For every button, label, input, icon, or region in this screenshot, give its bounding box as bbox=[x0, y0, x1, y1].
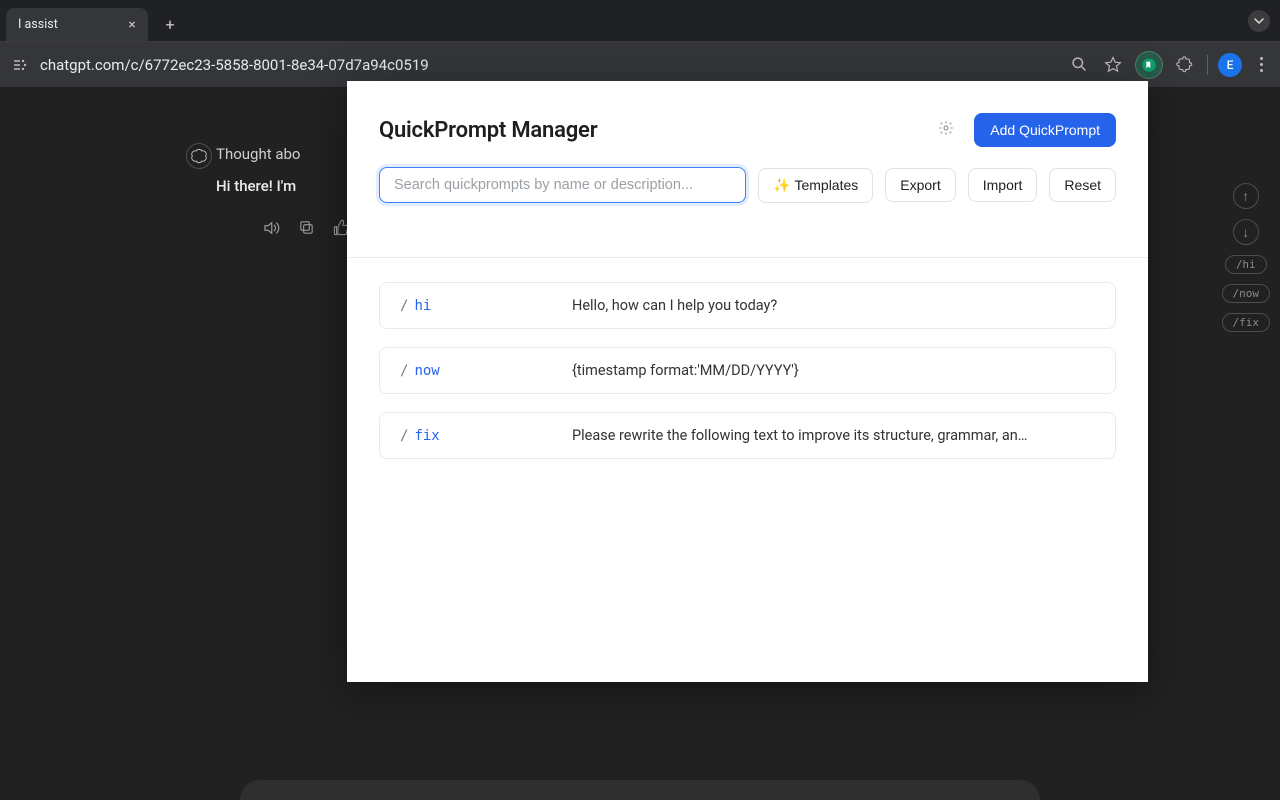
quickprompt-command: /now bbox=[400, 363, 572, 379]
templates-button[interactable]: ✨ Templates bbox=[758, 168, 873, 203]
profile-avatar[interactable]: E bbox=[1218, 53, 1242, 77]
extensions-puzzle-icon[interactable] bbox=[1173, 53, 1197, 77]
quickprompt-pill[interactable]: /hi bbox=[1225, 255, 1267, 274]
quickprompt-floating-panel: ↑ ↓ /hi /now /fix bbox=[1222, 183, 1271, 332]
quickprompt-description: Hello, how can I help you today? bbox=[572, 297, 1095, 314]
browser-tabstrip: I assist × + bbox=[0, 0, 1280, 41]
add-quickprompt-button[interactable]: Add QuickPrompt bbox=[974, 113, 1116, 147]
reset-button[interactable]: Reset bbox=[1049, 168, 1116, 202]
toolbar-divider bbox=[1207, 55, 1208, 75]
quickprompt-item[interactable]: /hi Hello, how can I help you today? bbox=[379, 282, 1116, 329]
copy-icon[interactable] bbox=[298, 219, 315, 241]
quickprompt-pill[interactable]: /fix bbox=[1222, 313, 1271, 332]
quickprompt-list: /hi Hello, how can I help you today? /no… bbox=[347, 258, 1148, 501]
quickprompt-item[interactable]: /now {timestamp format:'MM/DD/YYYY'} bbox=[379, 347, 1116, 394]
tab-title: I assist bbox=[18, 17, 118, 32]
search-input[interactable] bbox=[379, 167, 746, 203]
message-line1: Thought abo bbox=[216, 145, 301, 163]
quickprompt-popup: QuickPrompt Manager Add QuickPrompt ✨ Te… bbox=[347, 81, 1148, 682]
url-text[interactable]: chatgpt.com/c/6772ec23-5858-8001-8e34-07… bbox=[40, 56, 1057, 74]
quickprompt-description: {timestamp format:'MM/DD/YYYY'} bbox=[572, 362, 1095, 379]
quickprompt-extension-icon[interactable] bbox=[1135, 51, 1163, 79]
quickprompt-command: /hi bbox=[400, 298, 572, 314]
message-actions bbox=[262, 219, 350, 241]
bookmark-star-icon[interactable] bbox=[1101, 53, 1125, 77]
tabs-chevron-icon[interactable] bbox=[1248, 10, 1270, 32]
close-icon[interactable]: × bbox=[124, 17, 140, 33]
quickprompt-command: /fix bbox=[400, 428, 572, 444]
speaker-icon[interactable] bbox=[262, 219, 280, 241]
browser-menu-icon[interactable] bbox=[1252, 57, 1270, 72]
gear-icon[interactable] bbox=[938, 120, 954, 140]
quickprompt-pill[interactable]: /now bbox=[1222, 284, 1271, 303]
export-button[interactable]: Export bbox=[885, 168, 955, 202]
browser-tab[interactable]: I assist × bbox=[6, 8, 148, 41]
scroll-down-icon[interactable]: ↓ bbox=[1233, 219, 1259, 245]
new-tab-button[interactable]: + bbox=[156, 10, 184, 38]
import-button[interactable]: Import bbox=[968, 168, 1038, 202]
quickprompt-description: Please rewrite the following text to imp… bbox=[572, 427, 1095, 444]
chat-composer[interactable] bbox=[240, 780, 1040, 800]
popup-title: QuickPrompt Manager bbox=[379, 118, 597, 143]
assistant-message: Thought abo Hi there! I'm bbox=[216, 145, 301, 195]
scroll-up-icon[interactable]: ↑ bbox=[1233, 183, 1259, 209]
site-settings-icon[interactable] bbox=[10, 55, 30, 75]
message-line2: Hi there! I'm bbox=[216, 177, 301, 195]
chatgpt-logo-icon bbox=[186, 143, 212, 169]
zoom-icon[interactable] bbox=[1067, 53, 1091, 77]
quickprompt-item[interactable]: /fix Please rewrite the following text t… bbox=[379, 412, 1116, 459]
